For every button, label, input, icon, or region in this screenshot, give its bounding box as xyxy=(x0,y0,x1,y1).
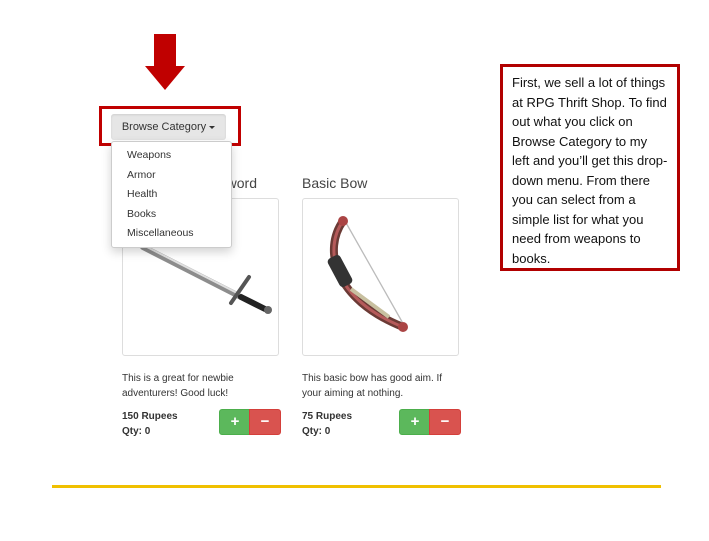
divider-line xyxy=(52,485,661,488)
instruction-callout: First, we sell a lot of things at RPG Th… xyxy=(500,64,680,271)
menu-item-health[interactable]: Health xyxy=(127,188,157,200)
product-description: This is a great for newbie adventurers! … xyxy=(122,373,234,399)
menu-item-weapons[interactable]: Weapons xyxy=(127,149,171,161)
remove-quantity-button[interactable]: − xyxy=(429,409,461,435)
remove-quantity-button[interactable]: − xyxy=(249,409,281,435)
category-dropdown-menu: Weapons Armor Health Books Miscellaneous xyxy=(111,141,232,248)
caret-down-icon xyxy=(209,125,216,129)
browse-category-label: Browse Category xyxy=(121,121,207,133)
bow-icon xyxy=(327,216,408,332)
add-quantity-button[interactable]: + xyxy=(399,409,431,435)
pointer-arrow-icon xyxy=(154,34,176,70)
product-qty: Qty: 0 xyxy=(122,426,151,437)
product-price: 150 Rupees xyxy=(122,411,178,422)
menu-item-books[interactable]: Books xyxy=(127,208,156,220)
browse-category-button[interactable]: Browse Category xyxy=(111,114,226,140)
pointer-arrow-head-icon xyxy=(145,66,185,90)
add-quantity-button[interactable]: + xyxy=(219,409,251,435)
product-qty: Qty: 0 xyxy=(302,426,331,437)
product-price: 75 Rupees xyxy=(302,411,353,422)
product-description: This basic bow has good aim. If your aim… xyxy=(302,373,443,399)
product-image-frame xyxy=(302,198,459,356)
menu-item-miscellaneous[interactable]: Miscellaneous xyxy=(127,227,194,239)
menu-item-armor[interactable]: Armor xyxy=(127,169,156,181)
product-title: Basic Bow xyxy=(302,175,368,191)
